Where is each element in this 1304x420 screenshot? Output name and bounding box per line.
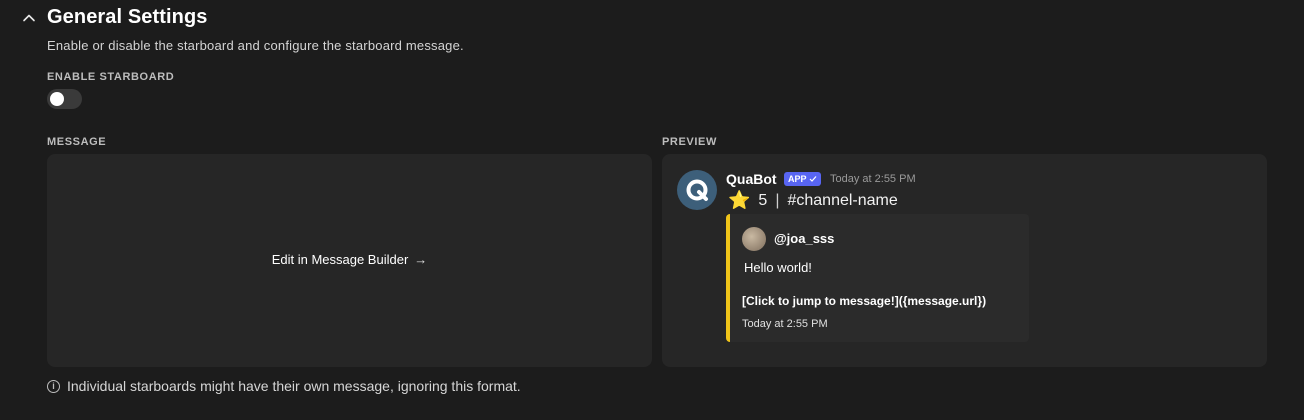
message-panel: Edit in Message Builder → [47,154,652,367]
message-timestamp: Today at 2:55 PM [830,173,916,185]
edit-label: Edit in Message Builder [271,252,409,267]
enable-starboard-toggle[interactable] [47,89,82,109]
section-title: General Settings [47,6,208,28]
enable-starboard-label: ENABLE STARBOARD [47,71,175,83]
general-settings-header[interactable]: General Settings [18,6,208,29]
embed-footer: Today at 2:55 PM [742,318,828,330]
star-icon: ⭐ [728,190,751,210]
app-badge: APP [784,172,821,186]
toggle-knob [50,92,64,106]
channel-name: #channel-name [787,191,898,209]
note-text: Individual starboards might have their o… [67,378,521,394]
quabot-logo-icon [686,179,708,201]
edit-in-message-builder-button[interactable]: Edit in Message Builder → [47,252,652,267]
bot-avatar [677,170,717,210]
bot-name: QuaBot [726,171,777,187]
embed-jump-link: [Click to jump to message!]({message.url… [742,294,987,308]
chevron-up-icon[interactable] [18,7,40,29]
section-description: Enable or disable the starboard and conf… [47,38,464,53]
message-label: MESSAGE [47,136,107,148]
format-note: i Individual starboards might have their… [47,378,521,394]
arrow-right-icon: → [414,252,428,267]
verified-check-icon [809,176,816,182]
preview-panel: QuaBot APP Today at 2:55 PM ⭐ 5 | #chann… [662,154,1267,367]
star-line: ⭐ 5 | #channel-name [728,190,898,211]
separator: | [775,191,780,209]
preview-label: PREVIEW [662,136,717,148]
embed-author-avatar [742,227,766,251]
star-count: 5 [758,191,768,209]
embed-author: @joa_sss [774,231,835,246]
embed-description: Hello world! [744,260,812,275]
info-icon: i [47,379,60,393]
app-badge-label: APP [788,174,807,184]
embed: @joa_sss Hello world! [Click to jump to … [726,214,1029,342]
